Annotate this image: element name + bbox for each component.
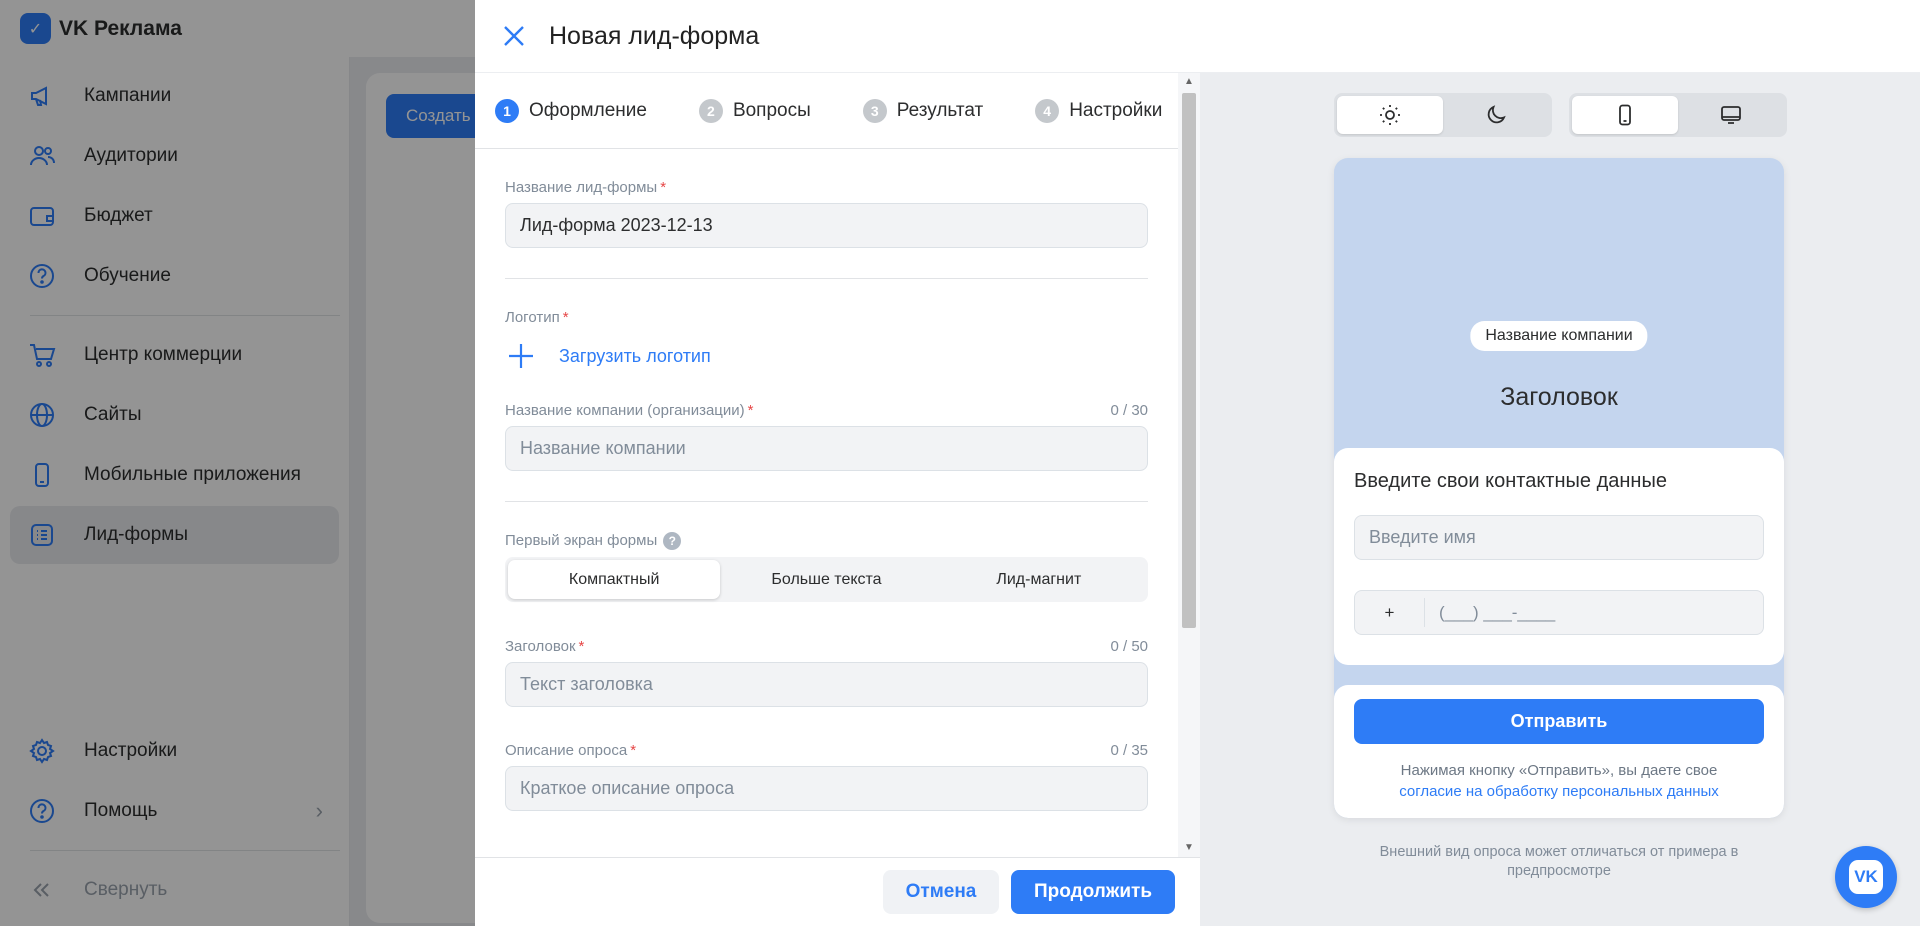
required-mark: * [660, 179, 667, 196]
phone-country-code[interactable]: + [1355, 598, 1425, 627]
step-label: Результат [896, 99, 984, 121]
close-icon[interactable] [499, 21, 529, 51]
preview-disclaimer: Внешний вид опроса может отличаться от п… [1379, 844, 1739, 879]
scroll-up-arrow-icon[interactable]: ▲ [1184, 77, 1194, 87]
field-label: Название лид-формы * [505, 179, 666, 196]
field-label: Логотип * [505, 309, 569, 326]
continue-button[interactable]: Продолжить [1011, 870, 1175, 914]
cancel-button[interactable]: Отмена [883, 870, 999, 914]
scroll-thumb[interactable] [1182, 93, 1196, 628]
field-label-row: Заголовок * 0 / 50 [505, 638, 1148, 655]
vk-logo-icon: VK [1849, 860, 1883, 894]
device-toggle [1569, 93, 1787, 137]
field-company-name: Название компании (организации) * 0 / 30 … [505, 402, 1148, 471]
step-number: 1 [495, 98, 519, 123]
consent-link[interactable]: согласие на обработку персональных данны… [1399, 783, 1719, 800]
modal-title: Новая лид-форма [549, 21, 760, 50]
label-text: Название компании (организации) [505, 402, 745, 419]
option-lead-magnet[interactable]: Лид-магнит [933, 560, 1145, 599]
preview-headline: Заголовок [1500, 383, 1618, 411]
preview-contact-card: Введите свои контактные данные Введите и… [1334, 448, 1784, 665]
step-design[interactable]: 1 Оформление [495, 98, 647, 123]
field-label-row: Название лид-формы * [505, 179, 1148, 196]
help-icon[interactable]: ? [663, 532, 682, 550]
plus-icon [505, 340, 537, 372]
step-number: 3 [862, 98, 887, 123]
stepper: 1 Оформление 2 Вопросы 3 Результат 4 Нас… [475, 73, 1178, 149]
headline-input[interactable]: Текст заголовка [505, 662, 1148, 707]
vk-chat-button[interactable]: VK [1835, 846, 1897, 908]
step-questions[interactable]: 2 Вопросы [698, 98, 811, 123]
step-number: 4 [1035, 98, 1060, 123]
form-pane: 1 Оформление 2 Вопросы 3 Результат 4 Нас… [475, 73, 1178, 857]
consent-text: Нажимая кнопку «Отправить», вы даете сво… [1354, 760, 1764, 802]
field-label-row: Название компании (организации) * 0 / 30 [505, 402, 1148, 419]
first-screen-selector: Компактный Больше текста Лид-магнит [505, 557, 1148, 602]
char-counter: 0 / 50 [1110, 638, 1148, 655]
description-input[interactable]: Краткое описание опроса [505, 766, 1148, 811]
field-description: Описание опроса * 0 / 35 Краткое описание… [505, 742, 1148, 811]
step-label: Оформление [529, 99, 647, 121]
sun-icon[interactable] [1337, 96, 1443, 134]
moon-icon[interactable] [1443, 96, 1549, 134]
field-label-row: Первый экран формы? [505, 532, 1148, 550]
field-headline: Заголовок * 0 / 50 Текст заголовка [505, 638, 1148, 707]
theme-toggle [1334, 93, 1552, 137]
preview-submit-button[interactable]: Отправить [1354, 699, 1764, 744]
label-text: Описание опроса [505, 742, 628, 759]
char-counter: 0 / 35 [1110, 742, 1148, 759]
field-label-row: Логотип * [505, 309, 1148, 326]
label-text: Название лид-формы [505, 179, 658, 196]
company-name-input[interactable]: Название компании [505, 426, 1148, 471]
consent-label: Нажимая кнопку «Отправить», вы даете сво… [1400, 762, 1718, 779]
section-divider [505, 278, 1148, 279]
modal-footer: Отмена Продолжить [475, 857, 1200, 926]
option-more-text[interactable]: Больше текста [720, 560, 932, 599]
upload-logo-label: Загрузить логотип [559, 345, 711, 366]
form-scrollbar[interactable]: ▲ ▼ [1178, 73, 1200, 857]
phone-mask: (___) ___-____ [1439, 602, 1556, 622]
mobile-icon[interactable] [1572, 96, 1678, 134]
field-label-row: Описание опроса * 0 / 35 [505, 742, 1148, 759]
step-settings[interactable]: 4 Настройки [1035, 98, 1163, 123]
required-mark: * [747, 402, 754, 419]
field-logo: Логотип * Загрузить логотип [505, 309, 1148, 372]
label-text: Логотип [505, 309, 560, 326]
lead-form-modal: Новая лид-форма 1 Оформление 2 Вопросы 3… [475, 0, 1920, 926]
field-form-name: Название лид-формы * Лид-форма 2023-12-13 [505, 179, 1148, 248]
preview-phone-input[interactable]: + (___) ___-____ [1354, 590, 1764, 635]
required-mark: * [562, 309, 569, 326]
field-first-screen: Первый экран формы? Компактный Больше те… [505, 532, 1148, 602]
desktop-icon[interactable] [1678, 96, 1784, 134]
section-divider [505, 501, 1148, 502]
step-label: Вопросы [732, 99, 811, 121]
field-label: Заголовок * [505, 638, 584, 655]
preview-name-input[interactable]: Введите имя [1354, 515, 1764, 560]
mobile-preview: Название компании Заголовок Введите свои… [1334, 158, 1784, 818]
form-name-input[interactable]: Лид-форма 2023-12-13 [505, 203, 1148, 248]
required-mark: * [578, 638, 585, 655]
step-result[interactable]: 3 Результат [862, 98, 984, 123]
field-label: Описание опроса * [505, 742, 636, 759]
preview-contact-title: Введите свои контактные данные [1354, 470, 1667, 492]
label-text: Первый экран формы [505, 532, 658, 549]
char-counter: 0 / 30 [1110, 402, 1148, 419]
label-text: Заголовок [505, 638, 576, 655]
step-number: 2 [698, 98, 723, 123]
modal-header: Новая лид-форма [475, 0, 1920, 73]
field-label: Первый экран формы? [505, 532, 682, 550]
option-compact[interactable]: Компактный [508, 560, 721, 599]
form-body: Название лид-формы * Лид-форма 2023-12-13… [475, 179, 1178, 811]
field-label: Название компании (организации) * [505, 402, 754, 419]
preview-company-name: Название компании [1470, 321, 1648, 351]
preview-pane: Название компании Заголовок Введите свои… [1200, 73, 1920, 926]
required-mark: * [630, 742, 637, 759]
upload-logo-button[interactable]: Загрузить логотип [505, 340, 1148, 372]
scroll-down-arrow-icon[interactable]: ▼ [1184, 843, 1194, 853]
preview-submit-card: Отправить Нажимая кнопку «Отправить», вы… [1334, 685, 1784, 818]
preview-toggles [1334, 93, 1787, 137]
step-label: Настройки [1069, 99, 1163, 121]
